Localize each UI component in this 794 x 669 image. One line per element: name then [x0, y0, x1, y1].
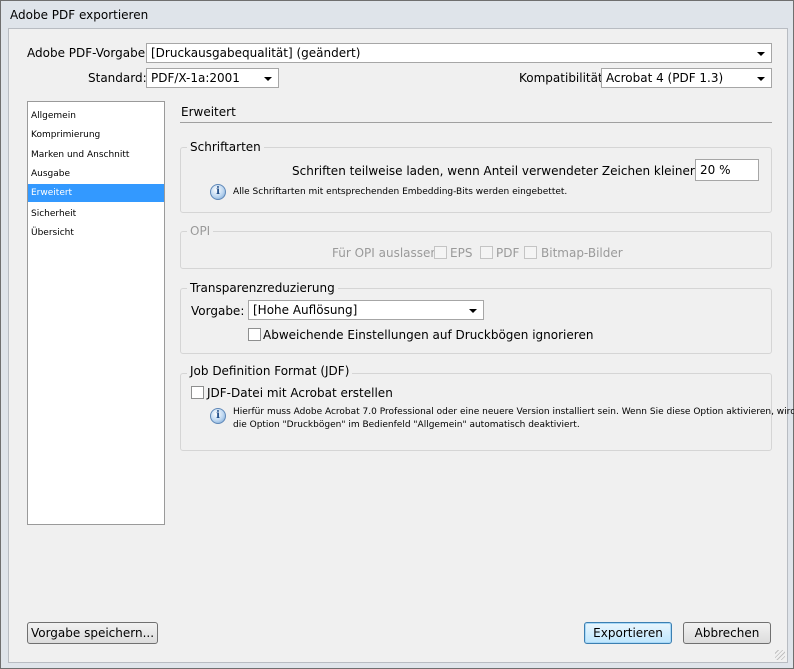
preset-value: [Druckausgabequalität] (geändert) [151, 46, 361, 60]
font-subset-label: Schriften teilweise laden, wenn Anteil v… [292, 164, 738, 178]
title-bar[interactable]: Adobe PDF exportieren [1, 1, 793, 28]
opi-omit-label: Für OPI auslassen: [332, 246, 443, 260]
jdf-group-title: Job Definition Format (JDF) [187, 364, 353, 378]
opi-eps-label: EPS [450, 246, 473, 260]
preset-select[interactable]: [Druckausgabequalität] (geändert) [146, 43, 772, 63]
info-icon [210, 408, 226, 424]
sidebar-item-sicherheit[interactable]: Sicherheit [28, 205, 164, 223]
info-icon [210, 184, 226, 200]
jdf-create-label: JDF-Datei mit Acrobat erstellen [207, 386, 393, 400]
opi-eps-checkbox[interactable] [434, 246, 447, 259]
category-list: Allgemein Komprimierung Marken und Ansch… [27, 101, 165, 525]
resize-grip[interactable] [775, 650, 785, 660]
chevron-down-icon [469, 309, 477, 313]
save-preset-button[interactable]: Vorgabe speichern... [27, 622, 158, 644]
dialog-body: Adobe PDF-Vorgabe: [Druckausgabequalität… [8, 28, 794, 663]
opi-pdf-checkbox[interactable] [480, 246, 493, 259]
compat-label: Kompatibilität: [519, 71, 607, 85]
opi-bitmap-label: Bitmap-Bilder [541, 246, 623, 260]
sidebar-item-marken-und-anschnitt[interactable]: Marken und Anschnitt [28, 146, 164, 164]
chevron-down-icon [757, 52, 765, 56]
chevron-down-icon [757, 77, 765, 81]
compat-select[interactable]: Acrobat 4 (PDF 1.3) [601, 68, 772, 88]
cancel-button[interactable]: Abbrechen [683, 622, 771, 644]
transparency-preset-label: Vorgabe: [191, 304, 245, 318]
opi-bitmap-checkbox[interactable] [524, 246, 537, 259]
jdf-info-line-1: Hierfür muss Adobe Acrobat 7.0 Professio… [233, 407, 794, 417]
sidebar-item-erweitert[interactable]: Erweitert [28, 184, 164, 202]
transparency-preset-value: [Hohe Auflösung] [253, 303, 358, 317]
export-button[interactable]: Exportieren [584, 622, 672, 644]
fonts-info-text: Alle Schriftarten mit entsprechenden Emb… [233, 187, 568, 197]
sidebar-item-komprimierung[interactable]: Komprimierung [28, 126, 164, 144]
sidebar-item-uebersicht[interactable]: Übersicht [28, 224, 164, 242]
transparency-preset-select[interactable]: [Hohe Auflösung] [248, 300, 484, 320]
sidebar-item-allgemein[interactable]: Allgemein [28, 107, 164, 125]
fonts-group-title: Schriftarten [187, 140, 264, 154]
opi-group-title: OPI [187, 224, 214, 238]
font-subset-threshold-value: 20 % [700, 163, 731, 177]
chevron-down-icon [264, 77, 272, 81]
transparency-group-title: Transparenzreduzierung [187, 281, 338, 295]
fonts-group [180, 147, 772, 213]
standard-value: PDF/X-1a:2001 [151, 71, 240, 85]
jdf-create-checkbox[interactable] [191, 386, 204, 399]
transparency-group [180, 288, 772, 354]
standard-select[interactable]: PDF/X-1a:2001 [146, 68, 279, 88]
sidebar-item-ausgabe[interactable]: Ausgabe [28, 165, 164, 183]
jdf-info-line-2: die Option "Druckbögen" im Bedienfeld "A… [233, 420, 580, 430]
preset-label: Adobe PDF-Vorgabe: [27, 46, 150, 60]
font-subset-threshold-input[interactable]: 20 % [695, 159, 759, 181]
compat-value: Acrobat 4 (PDF 1.3) [606, 71, 724, 85]
window-title: Adobe PDF exportieren [10, 8, 149, 22]
panel-title-divider [180, 122, 772, 123]
export-dialog: Adobe PDF exportieren Adobe PDF-Vorgabe:… [0, 0, 794, 669]
ignore-spread-overrides-checkbox[interactable] [248, 328, 261, 341]
panel-title: Erweitert [181, 105, 236, 119]
opi-group [180, 231, 772, 269]
standard-label: Standard: [88, 71, 147, 85]
ignore-spread-overrides-label: Abweichende Einstellungen auf Druckbögen… [263, 328, 594, 342]
opi-pdf-label: PDF [496, 246, 520, 260]
